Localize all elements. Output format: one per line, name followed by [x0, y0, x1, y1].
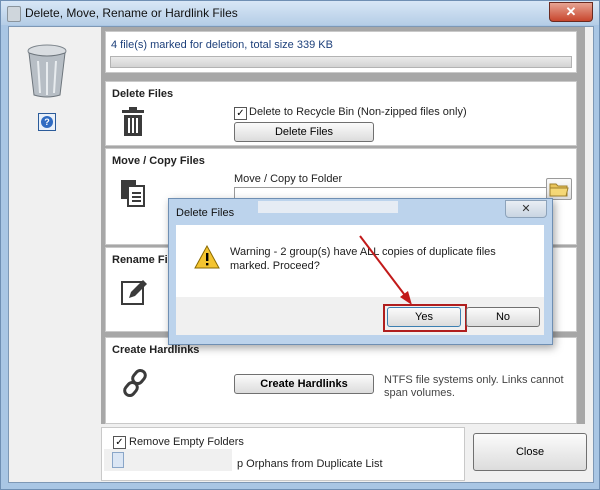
warning-icon — [194, 245, 220, 269]
title-bar: Delete, Move, Rename or Hardlink Files ✕ — [1, 1, 599, 25]
progress-bar — [110, 56, 572, 68]
recycle-bin-icon — [27, 44, 67, 98]
close-button[interactable]: Close — [473, 433, 587, 471]
hardlink-section-title: Create Hardlinks — [112, 344, 200, 356]
create-hardlinks-button[interactable]: Create Hardlinks — [234, 374, 374, 394]
copy-files-icon — [121, 180, 145, 207]
status-panel: 4 file(s) marked for deletion, total siz… — [105, 31, 577, 73]
dialog-close-button[interactable]: ✕ — [505, 200, 547, 218]
folder-icon — [549, 183, 569, 197]
no-button[interactable]: No — [466, 307, 540, 327]
yes-button[interactable]: Yes — [387, 307, 461, 327]
window-close-button[interactable]: ✕ — [549, 2, 593, 22]
help-icon: ? — [41, 116, 53, 128]
dialog-message: Warning - 2 group(s) have ALL copies of … — [230, 246, 496, 272]
window-title: Delete, Move, Rename or Hardlink Files — [25, 6, 238, 20]
blurred-region — [258, 201, 398, 213]
delete-section-title: Delete Files — [112, 88, 174, 100]
confirm-dialog: Delete Files ✕ Warning - 2 group(s) have… — [168, 198, 553, 345]
dialog-body: Warning - 2 group(s) have ALL copies of … — [176, 225, 544, 297]
marked-summary: 4 file(s) marked for deletion, total siz… — [111, 39, 333, 51]
browse-folder-button[interactable] — [546, 178, 572, 200]
remove-empty-folders-label: Remove Empty Folders — [129, 436, 244, 448]
orphans-checkbox[interactable] — [112, 452, 124, 468]
recycle-bin-label: Delete to Recycle Bin (Non-zipped files … — [249, 106, 467, 118]
delete-panel: Delete Files ✓ Delete to Recycle Bin (No… — [105, 81, 577, 146]
help-button[interactable]: ? — [38, 113, 56, 131]
dialog-title: Delete Files — [176, 207, 235, 219]
delete-files-button[interactable]: Delete Files — [234, 122, 374, 142]
edit-icon — [121, 280, 147, 305]
folder-label: Move / Copy to Folder — [234, 173, 343, 185]
hardlink-panel: Create Hardlinks Create Hardlinks NTFS f… — [105, 337, 577, 424]
remove-empty-folders-checkbox[interactable]: ✓ — [113, 436, 126, 449]
left-pane: ? — [9, 27, 97, 482]
app-icon — [7, 6, 21, 22]
hardlink-note: NTFS file systems only. Links cannot spa… — [384, 374, 564, 399]
orphans-label: p Orphans from Duplicate List — [237, 458, 383, 470]
link-icon — [123, 368, 147, 398]
move-copy-section-title: Move / Copy Files — [112, 155, 205, 167]
recycle-bin-checkbox[interactable]: ✓ — [234, 107, 247, 120]
dialog-footer: Yes No — [176, 297, 544, 335]
trash-icon — [122, 107, 144, 136]
